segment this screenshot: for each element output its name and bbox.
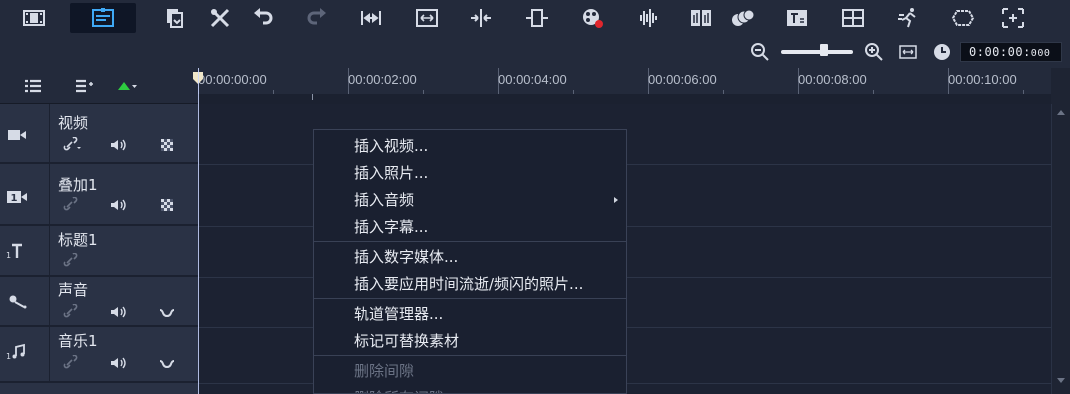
record-capture-icon[interactable] <box>577 3 607 33</box>
svg-text:1: 1 <box>6 352 11 361</box>
submenu-arrow-icon <box>614 197 618 203</box>
track-name: 声音 <box>58 281 89 299</box>
motion-tracking-icon[interactable] <box>728 3 758 33</box>
menu-item-delete-gap: 删除间隙 <box>354 362 415 380</box>
menu-separator <box>314 298 626 299</box>
timecode-main: 0:00:00: <box>969 45 1031 59</box>
playhead-line[interactable] <box>198 68 199 394</box>
menu-separator <box>314 241 626 242</box>
sound-mixer-icon[interactable] <box>632 3 662 33</box>
context-menu: 插入视频... 插入照片... 插入音频 插入字幕... 插入数字媒体... 插… <box>313 129 627 394</box>
voice-track-icon <box>9 295 27 309</box>
timecode-frames: 000 <box>1030 48 1051 59</box>
overlay-track-icon: 1 <box>7 191 27 204</box>
ruler-label: 00:00:08:00 <box>798 72 867 87</box>
scroll-down-icon[interactable] <box>1057 378 1065 383</box>
ruler-label: 00:00:00:00 <box>198 72 267 87</box>
track-header-overlay[interactable]: 1 叠加1 <box>0 164 198 226</box>
subtitle-editor-icon[interactable] <box>782 3 812 33</box>
split-icon[interactable] <box>466 3 496 33</box>
ruler-label: 00:00:04:00 <box>498 72 567 87</box>
copy-icon[interactable] <box>159 3 189 33</box>
track-toolbar <box>0 68 198 104</box>
ducking-icon[interactable] <box>156 304 178 320</box>
volume-icon[interactable] <box>108 355 130 371</box>
zoom-slider-thumb[interactable] <box>820 44 829 56</box>
track-name: 视频 <box>58 114 89 132</box>
grid-icon[interactable] <box>156 137 178 153</box>
track-name: 音乐1 <box>58 332 98 350</box>
zoom-out-icon[interactable] <box>750 42 770 62</box>
track-manager-icon[interactable] <box>22 77 44 95</box>
menu-separator <box>314 355 626 356</box>
redo-icon[interactable] <box>302 3 332 33</box>
menu-item-insert-timelapse-photo[interactable]: 插入要应用时间流逝/频闪的照片... <box>314 271 626 298</box>
menu-item-insert-photo[interactable]: 插入照片... <box>314 160 626 187</box>
add-track-icon[interactable] <box>116 77 138 95</box>
track-name: 叠加1 <box>58 176 98 194</box>
track-header-music[interactable]: 1 音乐1 <box>0 327 198 383</box>
link-icon[interactable] <box>60 355 82 371</box>
track-header-video[interactable]: 视频 <box>0 104 198 164</box>
track-header-filler <box>0 383 198 394</box>
trim-icon[interactable] <box>522 3 552 33</box>
svg-text:1: 1 <box>11 193 18 204</box>
menu-item-insert-video[interactable]: 插入视频... <box>314 133 626 160</box>
volume-icon[interactable] <box>108 197 130 213</box>
timecode-display[interactable]: 0:00:00:000 <box>960 42 1062 62</box>
pan-zoom-icon[interactable] <box>998 3 1028 33</box>
menu-item-insert-subtitle[interactable]: 插入字幕... <box>314 214 626 241</box>
fit-timeline-icon[interactable] <box>898 42 918 62</box>
link-icon[interactable] <box>60 253 82 269</box>
link-icon[interactable] <box>60 304 82 320</box>
volume-icon[interactable] <box>108 304 130 320</box>
zoom-bar <box>0 37 1070 68</box>
auto-music-icon[interactable] <box>686 3 716 33</box>
track-name: 标题1 <box>58 231 98 249</box>
track-header-voice[interactable]: 声音 <box>0 277 198 327</box>
zoom-slider-track[interactable] <box>781 50 853 54</box>
video-track-icon <box>8 130 26 140</box>
svg-text:1: 1 <box>6 251 11 260</box>
link-icon[interactable] <box>60 197 82 213</box>
menu-item-track-manager[interactable]: 轨道管理器... <box>314 301 626 328</box>
timeline-view-icon[interactable] <box>70 3 136 33</box>
ripple-edit-icon[interactable] <box>356 3 386 33</box>
ruler-label: 00:00:02:00 <box>348 72 417 87</box>
track-header-title[interactable]: 1 标题1 <box>0 226 198 277</box>
menu-item-label: 插入音频 <box>354 191 415 209</box>
tools-icon[interactable] <box>205 3 235 33</box>
main-toolbar <box>0 0 1070 37</box>
title-track-icon: 1 <box>6 243 22 260</box>
timeline-ruler[interactable]: 00:00:00:00 00:00:02:00 00:00:04:00 00:0… <box>198 68 1051 94</box>
track-divider <box>49 277 50 325</box>
mask-icon[interactable] <box>948 3 978 33</box>
ruler-label: 00:00:10:00 <box>948 72 1017 87</box>
multi-camera-icon[interactable] <box>838 3 868 33</box>
ruler-label: 00:00:06:00 <box>648 72 717 87</box>
speed-icon[interactable] <box>894 3 924 33</box>
zoom-in-icon[interactable] <box>864 42 884 62</box>
menu-item-mark-replaceable[interactable]: 标记可替换素材 <box>314 328 626 355</box>
ruler-strip <box>198 94 1051 104</box>
menu-item-insert-audio[interactable]: 插入音频 <box>314 187 626 214</box>
undo-icon[interactable] <box>248 3 278 33</box>
clock-icon <box>934 44 950 60</box>
scroll-up-icon[interactable] <box>1057 110 1065 115</box>
track-divider <box>49 104 50 162</box>
menu-item-insert-digital-media[interactable]: 插入数字媒体... <box>314 244 626 271</box>
grid-icon[interactable] <box>156 197 178 213</box>
ducking-icon[interactable] <box>156 355 178 371</box>
track-divider <box>49 226 50 275</box>
vertical-scrollbar[interactable] <box>1051 104 1070 394</box>
menu-item-delete-all-gaps: 删除所有间隙 <box>314 385 626 393</box>
track-divider <box>49 327 50 381</box>
fit-project-icon[interactable] <box>412 3 442 33</box>
music-track-icon: 1 <box>6 343 25 361</box>
volume-icon[interactable] <box>108 137 130 153</box>
track-divider <box>49 164 50 224</box>
chapter-list-icon[interactable] <box>73 77 95 95</box>
link-icon[interactable] <box>62 137 84 153</box>
storyboard-view-icon[interactable] <box>19 3 49 33</box>
